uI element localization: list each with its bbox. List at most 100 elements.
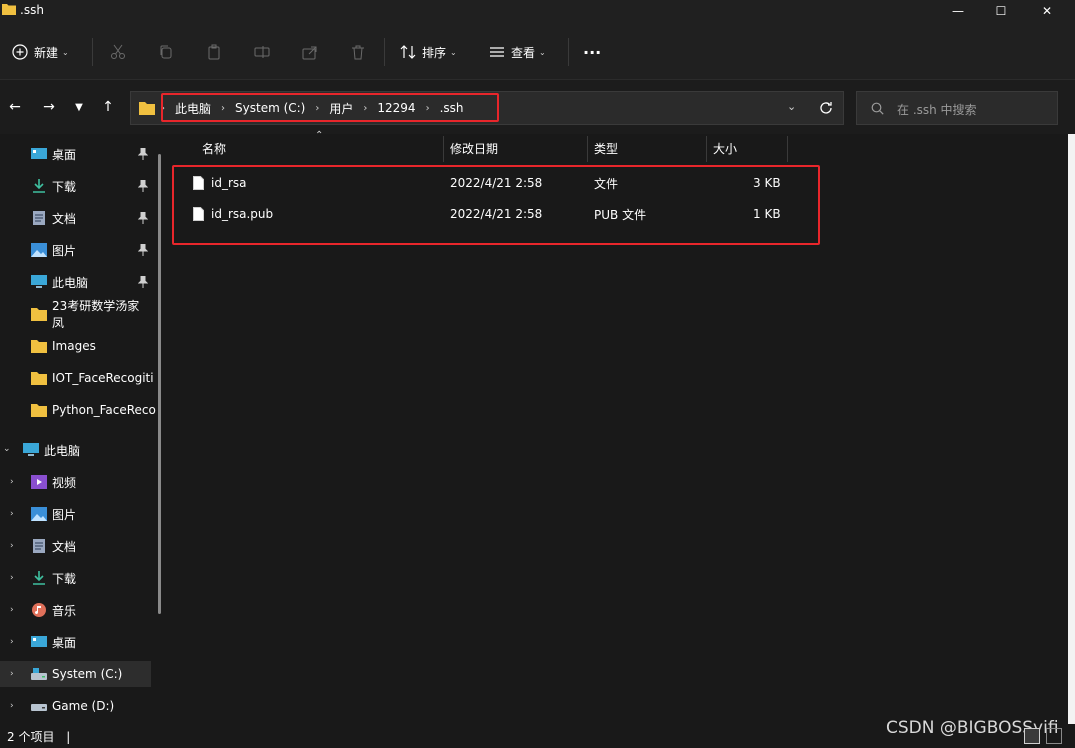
sidebar-item-pictures[interactable]: 图片 — [0, 237, 151, 263]
search-icon — [871, 102, 884, 115]
chevron-down-icon[interactable]: ⌄ — [3, 444, 11, 454]
sidebar-item-music[interactable]: › 音乐 — [0, 597, 151, 623]
navigation-pane: 桌面 下载 文档 图片 此电脑 23考研数学汤家凤 Images IOT_Fac… — [0, 134, 163, 724]
chevron-right-icon[interactable]: › — [10, 509, 14, 519]
maximize-button[interactable]: ☐ — [978, 0, 1024, 22]
chevron-right-icon[interactable]: › — [10, 573, 14, 583]
scissors-icon — [111, 44, 125, 59]
sidebar-item-documents[interactable]: 文档 — [0, 205, 151, 231]
sidebar-item-game-d[interactable]: › Game (D:) — [0, 693, 151, 719]
search-box[interactable]: 在 .ssh 中搜索 — [856, 91, 1058, 125]
sidebar-item-folder-iot[interactable]: IOT_FaceRecogiti — [0, 365, 154, 391]
sidebar-item-system-c[interactable]: › System (C:) — [0, 661, 151, 687]
toolbar-divider — [384, 38, 385, 66]
sidebar-item-pc-downloads[interactable]: › 下载 — [0, 565, 151, 591]
folder-icon — [31, 404, 47, 417]
sidebar-item-this-pc-quick[interactable]: 此电脑 — [0, 269, 151, 295]
sidebar-scrollbar[interactable] — [158, 154, 161, 614]
arrow-left-icon: ← — [9, 99, 21, 115]
refresh-icon[interactable] — [819, 101, 833, 115]
pin-icon[interactable] — [138, 212, 148, 224]
new-button[interactable]: 新建 ⌄ — [12, 40, 69, 64]
download-icon — [33, 179, 45, 193]
minimize-button[interactable]: — — [935, 0, 981, 22]
chevron-right-icon[interactable]: › — [10, 541, 14, 551]
chevron-right-icon[interactable]: › — [10, 669, 14, 679]
search-placeholder: 在 .ssh 中搜索 — [897, 103, 977, 117]
sidebar-item-pc-pictures[interactable]: › 图片 — [0, 501, 151, 527]
forward-button[interactable]: → — [38, 96, 60, 118]
sidebar-item-videos[interactable]: › 视频 — [0, 469, 151, 495]
sort-button[interactable]: 排序 ⌄ — [400, 40, 457, 64]
picture-icon — [31, 243, 47, 257]
delete-button[interactable] — [350, 40, 366, 64]
drive-icon — [31, 704, 47, 711]
sidebar-item-pc-desktop[interactable]: › 桌面 — [0, 629, 151, 655]
rename-icon — [254, 46, 270, 58]
sidebar-item-desktop[interactable]: 桌面 — [0, 141, 151, 167]
trash-icon — [352, 45, 364, 60]
column-divider[interactable] — [443, 136, 444, 162]
sort-ascending-icon: ⌃ — [315, 130, 324, 141]
video-icon — [31, 475, 47, 489]
rename-button[interactable] — [254, 40, 270, 64]
chevron-right-icon[interactable]: › — [10, 701, 14, 711]
music-icon — [32, 603, 46, 617]
chevron-down-icon: ▼ — [75, 101, 83, 113]
sidebar-item-downloads[interactable]: 下载 — [0, 173, 151, 199]
column-divider[interactable] — [706, 136, 707, 162]
arrow-up-icon: ↑ — [102, 99, 114, 115]
copy-button[interactable] — [158, 40, 174, 64]
download-icon — [33, 571, 45, 585]
folder-icon — [31, 372, 47, 385]
sidebar-item-folder-kaoyan[interactable]: 23考研数学汤家凤 — [0, 299, 151, 330]
column-header-date[interactable]: 修改日期 — [450, 134, 498, 162]
folder-icon — [2, 4, 16, 15]
details-view-icon[interactable] — [1024, 728, 1040, 744]
picture-icon — [31, 507, 47, 521]
pin-icon[interactable] — [138, 276, 148, 288]
item-count: 2 个项目 | — [7, 730, 71, 744]
file-list: ⌃ 名称 修改日期 类型 大小 id_rsa 2022/4/21 2:58 文件… — [163, 130, 1075, 724]
chevron-right-icon[interactable]: › — [10, 605, 14, 615]
toolbar-divider — [92, 38, 93, 66]
plus-circle-icon — [12, 44, 28, 60]
close-button[interactable]: ✕ — [1024, 0, 1070, 22]
window-title: .ssh — [20, 3, 44, 17]
background-window-edge — [1068, 134, 1075, 724]
folder-icon — [31, 308, 47, 321]
more-options-button[interactable]: ··· — [583, 40, 601, 64]
column-header-type[interactable]: 类型 — [594, 134, 618, 162]
sidebar-item-pc-documents[interactable]: › 文档 — [0, 533, 151, 559]
cut-button[interactable] — [110, 40, 126, 64]
more-icon: ··· — [583, 42, 602, 62]
computer-icon — [31, 275, 47, 288]
pin-icon[interactable] — [138, 180, 148, 192]
column-header-name[interactable]: 名称 — [202, 134, 226, 162]
pin-icon[interactable] — [138, 148, 148, 160]
share-button[interactable] — [302, 40, 318, 64]
share-icon — [302, 46, 317, 60]
up-button[interactable]: ↑ — [97, 96, 119, 118]
sidebar-item-this-pc[interactable]: ⌄ 此电脑 — [0, 437, 151, 463]
chevron-right-icon[interactable]: › — [10, 477, 14, 487]
address-row: ← → ▼ ↑ › 此电脑 › System (C:) › 用户 › 12294… — [0, 80, 1075, 134]
address-dropdown-icon[interactable]: ⌄ — [787, 100, 796, 113]
paste-button[interactable] — [206, 40, 222, 64]
sidebar-item-folder-python[interactable]: Python_FaceReco — [0, 397, 156, 423]
pin-icon[interactable] — [138, 244, 148, 256]
column-divider[interactable] — [787, 136, 788, 162]
recent-locations-button[interactable]: ▼ — [68, 96, 90, 118]
column-divider[interactable] — [587, 136, 588, 162]
view-button[interactable]: 查看 ⌄ — [489, 40, 546, 64]
tiles-view-icon[interactable] — [1046, 728, 1062, 744]
column-header-size[interactable]: 大小 — [713, 134, 737, 162]
back-button[interactable]: ← — [4, 96, 26, 118]
toolbar-divider — [568, 38, 569, 66]
sidebar-item-folder-images[interactable]: Images — [0, 333, 151, 359]
sort-icon — [400, 45, 416, 59]
clipboard-icon — [208, 44, 220, 60]
chevron-right-icon[interactable]: › — [10, 637, 14, 647]
computer-icon — [23, 443, 39, 456]
desktop-icon — [31, 636, 47, 647]
